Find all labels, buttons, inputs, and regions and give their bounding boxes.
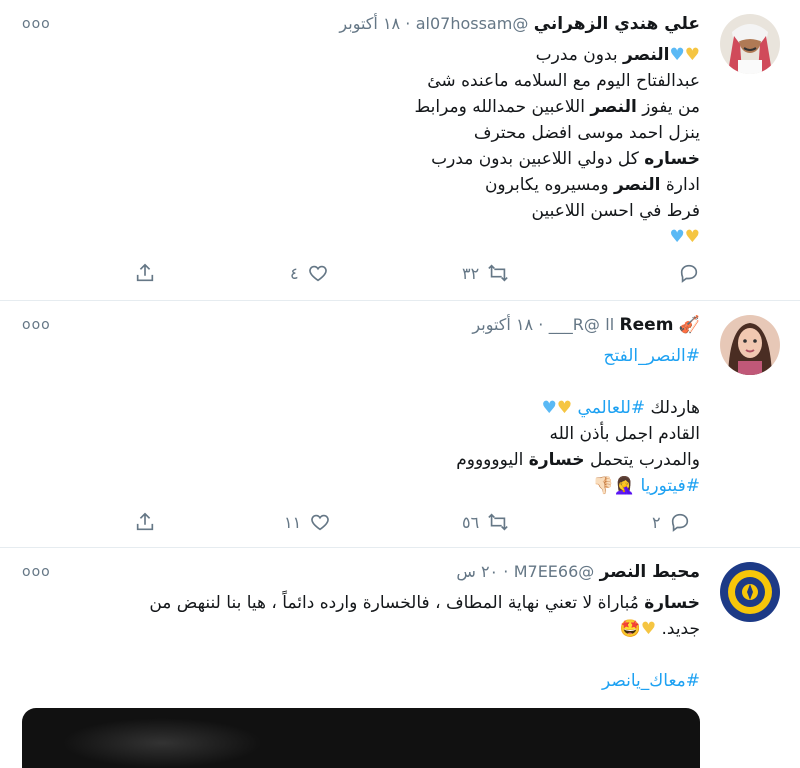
tweet[interactable]: ooo 🎻 Reem اا @R___ · ١٨ أكتوبر #النصر_ا… [0,301,800,548]
star-struck-icon: 🤩 [619,619,641,639]
like-button[interactable]: ٤ [290,262,329,284]
tweet-actions: ٣٢ ٤ [0,262,800,286]
handle[interactable]: @al07hossam [416,14,529,33]
timestamp[interactable]: ١٨ أكتوبر [339,14,400,33]
timestamp[interactable]: ٢٠ س [456,562,498,581]
yellow-heart-icon: ♥ [556,398,573,418]
tweet-actions: ٢ ٥٦ ١١ [0,511,800,535]
blue-heart-icon: ♥ [541,398,557,418]
timestamp[interactable]: ١٨ أكتوبر [472,315,533,334]
display-name[interactable]: Reem [620,315,674,335]
reply-button[interactable] [678,262,708,284]
yellow-heart-icon: ♥ [684,45,700,65]
tweet-header: 🎻 Reem اا @R___ · ١٨ أكتوبر [472,315,700,335]
reply-icon [671,513,688,532]
like-button[interactable]: ١١ [284,511,331,533]
facepalm-icon: 🤦‍♀️ [613,476,636,496]
tweet[interactable]: ooo علي هندي الزهراني @al07hossam · ١٨ أ… [0,0,800,301]
violin-icon: 🎻 [678,315,700,335]
hashtag-link[interactable]: #للعالمي [578,398,646,418]
tweet-header: محيط النصر @M7EE66 · ٢٠ س [456,562,700,582]
reply-icon [680,264,698,283]
blue-heart-icon: ♥ [669,45,685,65]
retweet-button[interactable]: ٥٦ [462,511,509,533]
timeline: ooo علي هندي الزهراني @al07hossam · ١٨ أ… [0,0,800,768]
media-preview[interactable] [22,708,700,768]
like-icon [311,514,330,531]
tweet-text: #النصر_الفتح هاردلك #للعالمي ♥♥ القادم ا… [456,343,700,499]
display-name[interactable]: محيط النصر [600,562,700,582]
more-options-icon[interactable]: ooo [22,317,51,333]
like-icon [308,265,327,282]
retweet-icon [488,264,508,282]
share-icon [136,512,154,531]
more-options-icon[interactable]: ooo [22,16,51,32]
avatar[interactable] [720,562,780,622]
handle[interactable]: @M7EE66 [514,562,595,581]
yellow-heart-icon: ♥ [640,619,657,639]
name-prefix: اا [605,315,615,334]
yellow-heart-icon: ♥ [684,227,700,247]
tweet[interactable]: ooo محيط النصر @M7EE66 · ٢٠ س خسارة مُبا… [0,548,800,768]
hashtag-link[interactable]: #فيتوريا [640,476,700,496]
handle[interactable]: @R___ [549,315,600,334]
share-button[interactable] [134,511,156,533]
media-image [62,718,262,768]
share-icon [136,263,154,282]
hashtag-link[interactable]: #معاك_يانصر [602,671,700,691]
hashtag-link[interactable]: #النصر_الفتح [603,346,700,366]
tweet-text: ♥♥النصر بدون مدرب عبدالفتاح اليوم مع الس… [415,42,700,250]
tweet-text: خسارة مُباراة لا تعني نهاية المطاف ، فال… [149,593,700,691]
tweet-header: علي هندي الزهراني @al07hossam · ١٨ أكتوب… [339,14,700,34]
share-button[interactable] [134,262,156,284]
blue-heart-icon: ♥ [669,227,685,247]
more-options-icon[interactable]: ooo [22,564,51,580]
thumbs-down-icon: 👎🏻 [592,476,614,496]
avatar[interactable] [720,14,780,74]
retweet-icon [488,513,508,531]
display-name[interactable]: علي هندي الزهراني [534,14,700,34]
avatar[interactable] [720,315,780,375]
retweet-button[interactable]: ٣٢ [462,262,509,284]
reply-button[interactable]: ٢ [652,511,691,533]
